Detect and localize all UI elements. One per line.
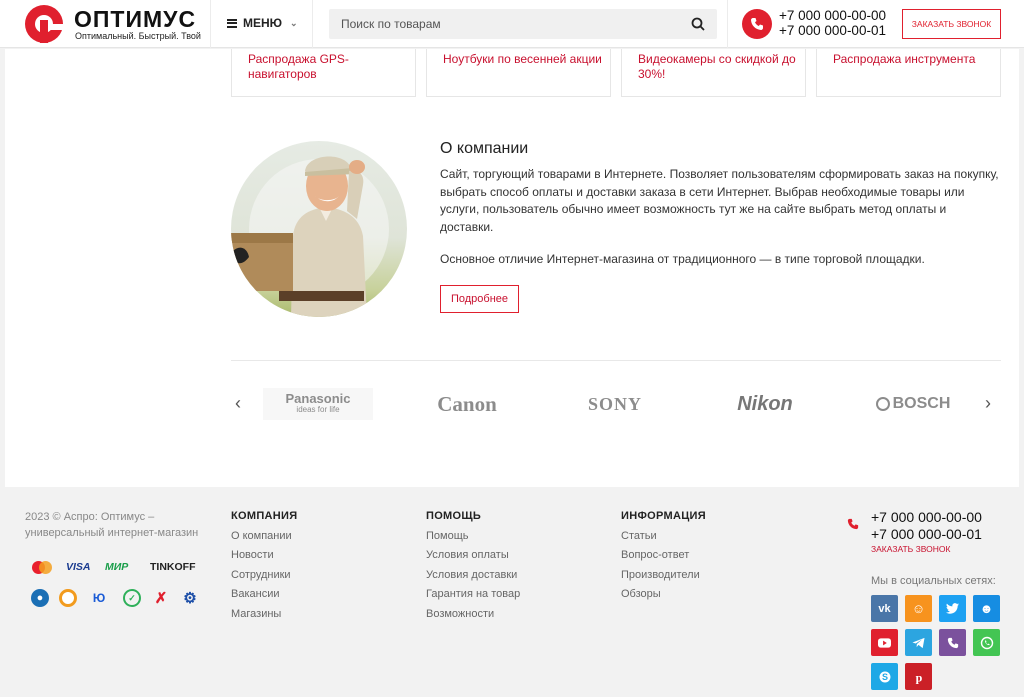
logo-name[interactable]: ОПТИМУС	[74, 6, 196, 33]
footer-link[interactable]: Вопрос-ответ	[621, 549, 689, 561]
viber-icon[interactable]	[939, 629, 966, 656]
visa-icon: VISA	[66, 561, 91, 573]
payment-x-icon: ✗	[154, 590, 168, 607]
gear-icon: ⚙	[183, 590, 197, 607]
more-button[interactable]: Подробнее	[440, 285, 519, 313]
divider	[312, 0, 313, 48]
chevron-down-icon: ⌄	[290, 17, 298, 28]
logo-slogan: Оптимальный. Быстрый. Твой	[75, 31, 201, 41]
promo-title[interactable]: Распродажа инструмента	[833, 52, 975, 67]
main-content	[5, 49, 1019, 487]
footer-col-title: ПОМОЩЬ	[426, 510, 482, 522]
promo-title[interactable]: Ноутбуки по весенней акции	[443, 52, 602, 67]
bosch-mark-icon	[875, 397, 890, 411]
footer-link[interactable]: Условия доставки	[426, 569, 517, 581]
divider	[210, 0, 211, 48]
about-paragraph-2: Основное отличие Интернет-магазина от тр…	[440, 252, 925, 266]
brand-logo-canon[interactable]: Canon	[412, 388, 522, 420]
promo-title[interactable]: Распродажа GPS-навигаторов	[248, 52, 415, 82]
divider	[231, 360, 1001, 361]
about-paragraph-1: Сайт, торгующий товарами в Интернете. По…	[440, 167, 999, 234]
moi-mir-icon[interactable]: ☻	[973, 595, 1000, 622]
mir-icon: МИР	[105, 561, 129, 573]
brand-logo-bosch[interactable]: BOSCH	[858, 388, 968, 420]
webmoney-icon: ●	[31, 589, 49, 607]
footer-link[interactable]: Магазины	[231, 608, 281, 620]
tinkoff-icon: TINKOFF	[150, 561, 196, 573]
odnoklassniki-icon[interactable]: ☺	[905, 595, 932, 622]
brand-logo-sony[interactable]: SONY	[560, 388, 670, 420]
hamburger-icon	[227, 18, 237, 28]
copyright: 2023 © Аспро: Оптимус – универсальный ин…	[25, 511, 199, 539]
menu-button[interactable]: МЕНЮ ⌄	[227, 16, 298, 30]
footer-link[interactable]: Производители	[621, 569, 700, 581]
header-phone-1[interactable]: +7 000 000-00-00	[779, 8, 886, 23]
youtube-icon[interactable]	[871, 629, 898, 656]
menu-label: МЕНЮ	[243, 16, 283, 30]
pinterest-icon[interactable]: p	[905, 663, 932, 690]
social-title: Мы в социальных сетях:	[871, 575, 996, 587]
promo-card[interactable]: Видеокамеры со скидкой до 30%!	[621, 49, 806, 97]
brand-name: BOSCH	[892, 395, 951, 412]
promo-card[interactable]: Распродажа инструмента	[816, 49, 1001, 97]
footer-link[interactable]: Помощь	[426, 530, 469, 542]
vk-icon[interactable]: vk	[871, 595, 898, 622]
footer-order-call-link[interactable]: ЗАКАЗАТЬ ЗВОНОК	[871, 544, 950, 554]
footer-col-title: ИНФОРМАЦИЯ	[621, 510, 706, 522]
footer-phone-1[interactable]: +7 000 000-00-00	[871, 509, 982, 525]
twitter-icon[interactable]	[939, 595, 966, 622]
search-icon[interactable]	[691, 17, 705, 31]
footer-link[interactable]: Условия оплаты	[426, 549, 509, 561]
telegram-icon[interactable]	[905, 629, 932, 656]
search-box	[329, 9, 717, 39]
brand-logo-nikon[interactable]: Nikon	[710, 388, 820, 420]
logo-icon[interactable]	[25, 5, 63, 43]
about-photo	[231, 141, 407, 317]
promo-card[interactable]: Ноутбуки по весенней акции	[426, 49, 611, 97]
svg-text:p: p	[915, 670, 922, 684]
skype-icon[interactable]: S	[871, 663, 898, 690]
whatsapp-icon[interactable]	[973, 629, 1000, 656]
phone-icon	[742, 9, 772, 39]
search-input[interactable]	[329, 9, 679, 39]
header-phone-2[interactable]: +7 000 000-00-01	[779, 23, 886, 38]
footer-link[interactable]: Гарантия на товар	[426, 588, 520, 600]
sberpay-icon: ✓	[123, 589, 141, 607]
brand-logo-panasonic[interactable]: Panasonic ideas for life	[263, 388, 373, 420]
about-title: О компании	[440, 140, 529, 157]
footer-link[interactable]: Возможности	[426, 608, 494, 620]
phone-icon	[847, 517, 859, 535]
order-call-button[interactable]: ЗАКАЗАТЬ ЗВОНОК	[902, 9, 1001, 39]
footer-link[interactable]: Вакансии	[231, 588, 280, 600]
footer-link[interactable]: Статьи	[621, 530, 657, 542]
divider	[727, 0, 728, 48]
promo-card[interactable]: Распродажа GPS-навигаторов	[231, 49, 416, 97]
chevron-right-icon[interactable]: ›	[985, 393, 991, 414]
qiwi-icon	[59, 589, 77, 607]
svg-text:S: S	[881, 672, 887, 682]
mastercard-icon	[32, 561, 52, 574]
yoomoney-icon: Ю	[92, 591, 106, 605]
footer-link[interactable]: Сотрудники	[231, 569, 291, 581]
site-header: ОПТИМУС Оптимальный. Быстрый. Твой МЕНЮ …	[0, 0, 1024, 48]
footer-link[interactable]: Новости	[231, 549, 274, 561]
footer-phone-2[interactable]: +7 000 000-00-01	[871, 526, 982, 542]
brand-name: Panasonic	[285, 391, 351, 406]
footer-col-title: КОМПАНИЯ	[231, 510, 298, 522]
footer-link[interactable]: Обзоры	[621, 588, 661, 600]
promo-title[interactable]: Видеокамеры со скидкой до 30%!	[638, 52, 805, 82]
brand-tagline: ideas for life	[296, 405, 340, 414]
chevron-left-icon[interactable]: ‹	[235, 393, 241, 414]
footer-link[interactable]: О компании	[231, 530, 292, 542]
